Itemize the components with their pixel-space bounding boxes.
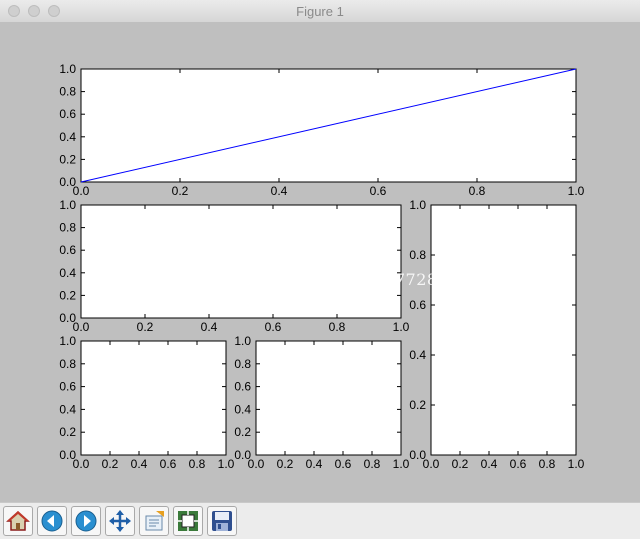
axes-3-frame (430, 204, 577, 456)
subplots-configure-icon (178, 511, 198, 531)
y-tick-label: 0.2 (59, 425, 76, 439)
y-tick-label: 0.8 (59, 85, 76, 99)
x-tick-label: 0.2 (277, 457, 294, 471)
y-tick-label: 0.6 (409, 298, 426, 312)
x-tick-label: 0.6 (335, 457, 352, 471)
configure-subplots-button[interactable] (173, 506, 203, 536)
axes-4: 0.0 0.2 0.4 0.6 0.8 1.00.00.20.40.60.81.0 (59, 334, 234, 471)
save-figure-button[interactable] (207, 506, 237, 536)
y-tick-label: 0.8 (59, 357, 76, 371)
x-tick-label: 0.8 (329, 320, 346, 334)
save-icon (212, 511, 232, 531)
x-tick-label: 0.4 (271, 184, 288, 198)
x-tick-label: 0.8 (364, 457, 381, 471)
x-tick-label: 0.2 (452, 457, 469, 471)
x-tick-label: 0.2 (172, 184, 189, 198)
x-tick-label: 0.4 (306, 457, 323, 471)
x-tick-label: 1.0 (568, 457, 585, 471)
y-tick-label: 0.2 (409, 398, 426, 412)
y-tick-label: 0.0 (59, 448, 76, 462)
y-tick-label: 1.0 (59, 62, 76, 76)
y-tick-label: 0.6 (234, 380, 251, 394)
forward-button[interactable] (71, 506, 101, 536)
y-tick-label: 0.4 (234, 402, 251, 416)
zoom-button[interactable] (139, 506, 169, 536)
y-tick-label: 0.0 (409, 448, 426, 462)
axes-2: 0.0 0.2 0.4 0.6 0.8 1.00.00.20.40.60.81.0 (59, 198, 409, 334)
x-tick-label: 0.2 (137, 320, 154, 334)
x-tick-label: 0.6 (160, 457, 177, 471)
y-tick-label: 1.0 (234, 334, 251, 348)
y-tick-label: 0.6 (59, 380, 76, 394)
y-tick-label: 0.2 (59, 152, 76, 166)
y-tick-label: 0.6 (59, 107, 76, 121)
y-tick-label: 1.0 (409, 198, 426, 212)
x-tick-label: 1.0 (218, 457, 235, 471)
home-icon (6, 510, 30, 531)
axes-5-frame (255, 340, 402, 456)
y-tick-label: 0.4 (59, 402, 76, 416)
navigation-toolbar (0, 502, 640, 539)
forward-icon (75, 510, 97, 532)
y-tick-label: 0.0 (234, 448, 251, 462)
window-titlebar: Figure 1 (0, 0, 640, 23)
y-tick-label: 0.8 (409, 248, 426, 262)
y-tick-label: 0.0 (59, 175, 76, 189)
y-tick-label: 0.8 (234, 357, 251, 371)
figure-canvas[interactable]: 0.0 0.2 0.4 0.6 0.8 1.0 0.0 0.2 0.4 0.6 0.8 1.0 0.0 0… (0, 22, 640, 502)
x-tick-label: 0.6 (370, 184, 387, 198)
y-tick-label: 0.4 (59, 130, 76, 144)
y-tick-label: 0.2 (234, 425, 251, 439)
y-tick-label: 0.8 (59, 221, 76, 235)
x-tick-label: 1.0 (568, 184, 585, 198)
x-tick-label: 0.6 (265, 320, 282, 334)
x-tick-label: 1.0 (393, 320, 410, 334)
y-tick-label: 1.0 (59, 198, 76, 212)
back-icon (41, 510, 63, 532)
watermark-text: http://blog.csdn.net/sina_36772813 (155, 270, 459, 289)
axes-5: 0.0 0.2 0.4 0.6 0.8 1.00.00.20.40.60.81.0 (234, 334, 409, 471)
x-tick-label: 0.4 (481, 457, 498, 471)
window-title: Figure 1 (296, 4, 344, 19)
zoom-icon (145, 511, 164, 531)
axes-3: 0.0 0.2 0.4 0.6 0.8 1.00.00.20.40.60.81.0 (409, 198, 584, 471)
figure-plot-svg: 0.0 0.2 0.4 0.6 0.8 1.00.00.20.40.60.81.00.0 0… (59, 62, 584, 471)
x-tick-label: 0.8 (539, 457, 556, 471)
home-button[interactable] (3, 506, 33, 536)
x-tick-label: 0.2 (102, 457, 119, 471)
y-tick-label: 0.6 (59, 243, 76, 257)
x-tick-label: 0.8 (469, 184, 486, 198)
y-tick-label: 0.0 (59, 311, 76, 325)
x-tick-label: 0.6 (510, 457, 527, 471)
y-tick-label: 0.4 (59, 266, 76, 280)
y-tick-label: 0.4 (409, 348, 426, 362)
axes-1: 0.0 0.2 0.4 0.6 0.8 1.00.00.20.40.60.81.0 (59, 62, 584, 198)
y-tick-label: 1.0 (59, 334, 76, 348)
axes-2-frame (80, 204, 402, 319)
axes-4-frame (80, 340, 227, 456)
x-tick-label: 0.4 (201, 320, 218, 334)
x-tick-label: 1.0 (393, 457, 410, 471)
back-button[interactable] (37, 506, 67, 536)
pan-icon (109, 510, 131, 532)
x-tick-label: 0.4 (131, 457, 148, 471)
x-tick-label: 0.8 (189, 457, 206, 471)
y-tick-label: 0.2 (59, 288, 76, 302)
pan-button[interactable] (105, 506, 135, 536)
